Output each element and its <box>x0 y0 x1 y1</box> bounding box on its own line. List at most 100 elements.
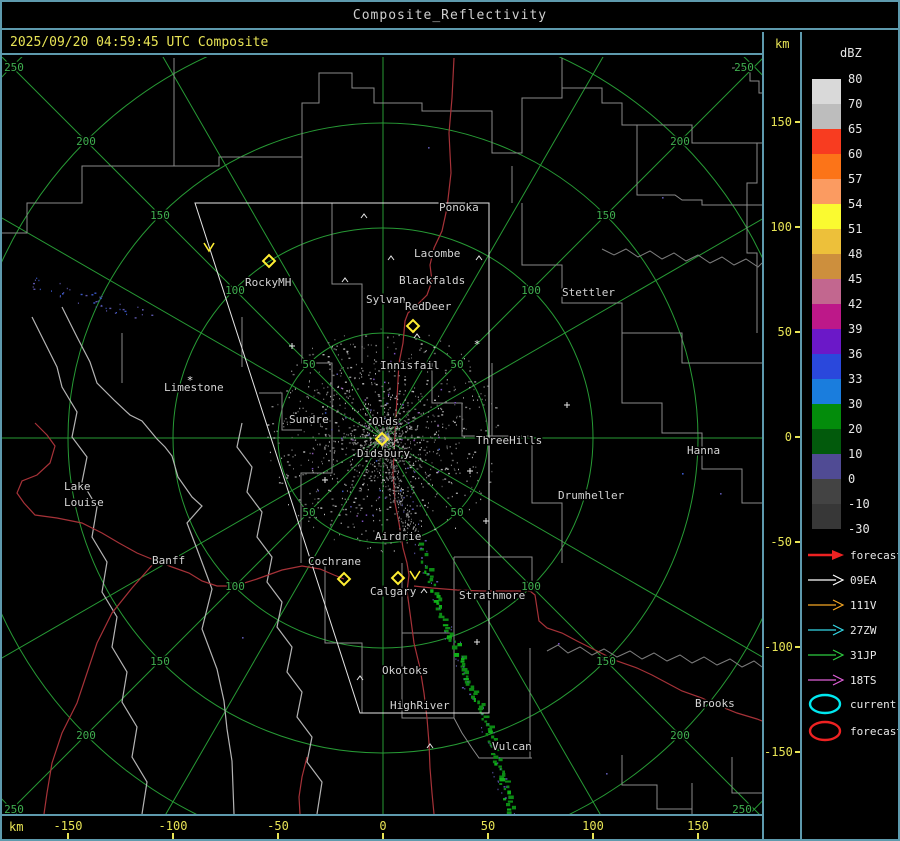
county-boundary-line <box>562 87 762 206</box>
storm-ellipse-icon <box>808 693 842 715</box>
city-label-airdrie: Airdrie <box>375 530 421 543</box>
colorbar-block <box>812 354 841 379</box>
right-axis-label: -100 <box>764 640 793 654</box>
right-axis-label: -150 <box>764 745 793 759</box>
colorbar-value-label: 20 <box>848 422 863 436</box>
bottom-axis-label: 100 <box>582 819 604 833</box>
colorbar-block <box>812 204 841 229</box>
ring-distance-label: 200 <box>670 729 690 742</box>
river-line <box>546 248 762 668</box>
ring-distance-label: 50 <box>450 506 463 519</box>
isolated-echo <box>606 773 608 775</box>
city-label-rockymh: RockyMH <box>245 276 291 289</box>
azimuth-spoke <box>6 437 384 814</box>
ring-distance-label: 50 <box>302 506 315 519</box>
plus-marker-icon <box>564 402 570 408</box>
plus-marker-icon <box>289 343 295 349</box>
colorbar-value-label: 39 <box>848 322 863 336</box>
legend-row-forecast: forecast <box>806 544 900 566</box>
legend-row-27zw: 27ZW <box>806 619 877 641</box>
colorbar-value-label: 33 <box>848 372 863 386</box>
bottom-distance-axis: km -150 -100 -50 0 50 100 150 <box>2 814 762 839</box>
track-arrow-icon <box>808 599 845 611</box>
city-label-vulcan: Vulcan <box>492 740 532 753</box>
town-caret-icon <box>475 255 483 261</box>
plus-marker-icon <box>467 468 473 474</box>
city-label-blackfalds: Blackfalds <box>399 274 465 287</box>
bottom-axis-tick <box>592 833 594 839</box>
highway-line-line <box>298 756 308 814</box>
ring-distance-label: 250 <box>4 61 24 74</box>
star-marker-icon: * <box>474 338 481 351</box>
radar-map-canvas[interactable]: 50 50 50 50 100 100 100 100 150 150 150 150 200 200 20… <box>2 57 762 814</box>
colorbar-value-label: 70 <box>848 97 863 111</box>
legend-label: forecast <box>850 548 900 562</box>
city-label-lacombe: Lacombe <box>414 247 460 260</box>
ring-distance-label: 100 <box>225 284 245 297</box>
town-caret-icon <box>341 277 349 283</box>
colorbar-block <box>812 254 841 279</box>
colorbar-block <box>812 504 841 529</box>
colorbar-block <box>812 79 841 104</box>
colorbar-block <box>812 379 841 404</box>
county-boundary-line <box>637 124 762 144</box>
azimuth-spoke <box>162 57 384 439</box>
colorbar-value-label: 51 <box>848 222 863 236</box>
bottom-axis-tick <box>487 833 489 839</box>
city-label-sundre: Sundre <box>289 413 329 426</box>
colorbar-value-label: 48 <box>848 247 863 261</box>
city-label-lake: Lake <box>64 480 91 493</box>
colorbar-value-label: 30 <box>848 397 863 411</box>
track-arrow-icon <box>808 624 845 636</box>
colorbar-block <box>812 104 841 129</box>
ring-distance-label: 150 <box>596 209 616 222</box>
isolated-echo <box>428 147 430 149</box>
ring-distance-label: 150 <box>150 655 170 668</box>
city-label-didsbury: Didsbury <box>357 447 410 460</box>
colorbar-block <box>812 279 841 304</box>
ring-distance-label: 250 <box>4 803 24 814</box>
bottom-axis-tick <box>382 833 384 839</box>
isolated-echo <box>558 643 560 645</box>
colorbar-block <box>812 429 841 454</box>
bottom-axis-label: 0 <box>379 819 387 833</box>
storm-ellipse-icon <box>808 720 842 742</box>
colorbar-block <box>812 129 841 154</box>
city-label-louise: Louise <box>64 496 104 509</box>
track-arrow-icon <box>808 574 845 586</box>
highway-line-line <box>43 562 155 814</box>
star-marker-icon: * <box>187 374 194 387</box>
city-label-innisfail: Innisfail <box>380 359 440 372</box>
colorbar-value-label: 54 <box>848 197 863 211</box>
colorbar-block <box>812 404 841 429</box>
town-caret-icon <box>387 255 395 261</box>
colorbar-value-label: -30 <box>848 522 870 536</box>
city-labels: Ponoka Lacombe Blackfalds SylvanRedDeer Stet… <box>63 200 737 755</box>
city-label-highriver: HighRiver <box>390 699 450 712</box>
city-label-banff: Banff <box>152 554 185 567</box>
bottom-axis-tick <box>697 833 699 839</box>
city-label-strathmore: Strathmore <box>459 589 525 602</box>
town-caret-icon <box>413 333 421 339</box>
azimuth-spoke <box>382 437 762 658</box>
county-boundary-line <box>174 156 303 203</box>
azimuth-spoke <box>165 437 384 814</box>
mountain-boundary-line <box>236 422 323 814</box>
isolated-echo <box>142 309 144 311</box>
city-label-brooks: Brooks <box>695 697 735 710</box>
colorbar-block <box>812 479 841 504</box>
colorbar-block <box>812 454 841 479</box>
bottom-axis-tick <box>277 833 279 839</box>
checkmark-marker-icon <box>409 570 421 581</box>
colorbar-value-label: 80 <box>848 72 863 86</box>
town-caret-icon <box>360 213 368 219</box>
colorbar-value-label: 45 <box>848 272 863 286</box>
river-line-line <box>601 248 762 268</box>
isolated-echo <box>242 637 244 639</box>
colorbar-panel: dBZ 80 70 65 60 57 54 51 48 45 42 39 36 33 30 20 10 0 -10… <box>800 32 900 839</box>
river-line-line <box>546 644 762 668</box>
right-axis-label: 50 <box>777 325 792 339</box>
colorbar-value-label: 36 <box>848 347 863 361</box>
ring-distance-label: 250 <box>734 61 754 74</box>
bottom-axis-label: -50 <box>267 819 289 833</box>
